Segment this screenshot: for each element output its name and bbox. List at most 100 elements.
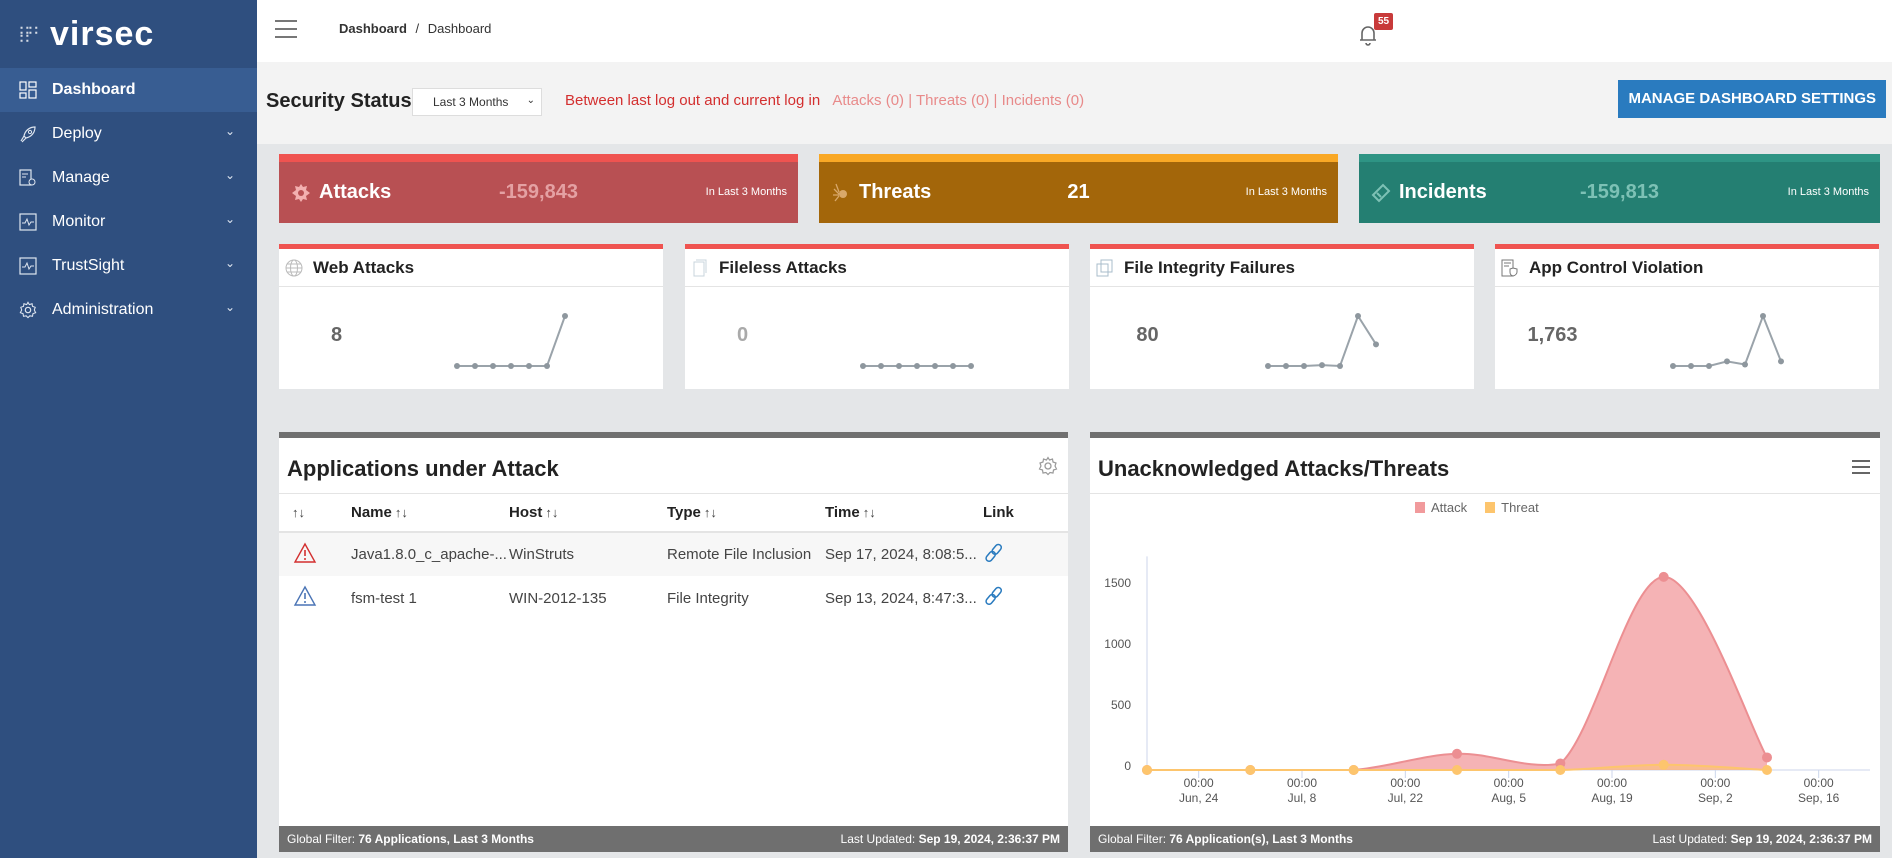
data-point-threat [1762,765,1772,775]
copy-files-icon [1096,259,1114,277]
x-tick-time: 00:00 [1700,776,1730,790]
kpi-period: In Last 3 Months [705,186,787,198]
sidebar-item-label: Monitor [52,213,106,230]
sidebar-item-deploy[interactable]: Deploy ⌄ [0,112,257,156]
chevron-down-icon[interactable]: ⌄ [225,124,235,138]
cell-type: Remote File Inclusion [667,546,812,563]
kpi-attacks[interactable]: Attacks -159,843 In Last 3 Months [279,154,798,223]
sparkline-point [1724,358,1730,365]
table-row[interactable]: Java1.8.0_c_apache-... WinStruts Remote … [279,532,1068,576]
shield-doc-icon [1501,259,1519,277]
breadcrumb-current: Dashboard [427,21,492,36]
sidebar-item-dashboard[interactable]: Dashboard [0,68,257,112]
logo-text: virsec [50,14,155,53]
sparkline-point [896,363,902,369]
column-name[interactable]: Name ↑↓ [351,494,509,533]
login-summary-label: Between last log out and current log in [565,92,821,109]
sparkline-point [878,363,884,369]
globe-icon [285,259,303,277]
settings-gear-icon[interactable] [1038,456,1058,476]
notification-count-badge[interactable]: 55 [1374,13,1394,30]
x-tick-time: 00:00 [1804,776,1834,790]
card-value: 80 [1136,324,1159,346]
sparkline-point [1373,341,1379,348]
breadcrumb-separator: / [415,21,420,36]
sparkline-point [968,363,974,369]
manage-dashboard-settings-button[interactable]: MANAGE DASHBOARD SETTINGS [1618,80,1886,118]
data-point-threat [1142,765,1152,775]
metric-card-fileless-attacks[interactable]: Fileless Attacks 0 [685,244,1069,389]
sidebar-item-administration[interactable]: Administration ⌄ [0,288,257,332]
login-summary-counts: Attacks (0) | Threats (0) | Incidents (0… [832,92,1085,109]
sidebar-item-label: Deploy [52,125,102,142]
kpi-threats[interactable]: Threats 21 In Last 3 Months [819,154,1338,223]
column-time[interactable]: Time ↑↓ [825,494,983,533]
sparkline-line [457,315,566,367]
x-tick-date: Sep, 16 [1798,791,1840,805]
sparkline-point [950,363,956,369]
kpi-incidents[interactable]: Incidents -159,813 In Last 3 Months [1359,154,1880,223]
card-value: 1,763 [1527,324,1578,346]
breadcrumb-item[interactable]: Dashboard [339,21,407,36]
table-row[interactable]: fsm-test 1 WIN-2012-135 File Integrity S… [279,576,1068,620]
time-range-select[interactable]: Last 3 Months ⌄ [412,88,542,116]
column-host[interactable]: Host ↑↓ [509,494,667,533]
hamburger-menu-icon[interactable] [275,20,297,40]
metric-card-app-control-violation[interactable]: App Control Violation 1,763 [1495,244,1879,389]
sparkline-point [1355,313,1361,319]
warning-triangle-icon [293,585,317,606]
card-value: 0 [736,324,749,346]
sidebar-item-label: TrustSight [52,257,125,274]
card-title: File Integrity Failures [1124,257,1295,277]
sparkline-point [472,363,478,369]
x-tick-date: Sep, 2 [1698,791,1733,805]
sparkline-point [508,363,514,369]
series-area-attack [1147,576,1767,770]
sidebar-item-label: Dashboard [52,81,136,98]
chevron-down-icon[interactable]: ⌄ [225,256,235,270]
sparkline-point [860,363,866,369]
sparkline-point [1283,363,1289,369]
top-bar: Dashboard / Dashboard [257,0,1892,62]
column-type[interactable]: Type ↑↓ [667,494,825,533]
panel-title: Unacknowledged Attacks/Threats [1098,456,1450,481]
x-tick-time: 00:00 [1494,776,1524,790]
data-point-attack [1452,748,1462,759]
pulse-monitor-icon [18,256,38,276]
sparkline-point [1337,363,1343,369]
time-range-value: Last 3 Months [433,95,509,109]
sparkline-point [544,363,550,369]
link-icon[interactable] [983,542,1005,564]
sidebar-item-manage[interactable]: Manage ⌄ [0,156,257,200]
pulse-monitor-icon [18,212,38,232]
sparkline-point [1319,362,1325,369]
cell-host: WinStruts [509,546,575,563]
chevron-down-icon[interactable]: ⌄ [225,168,235,182]
sparkline-point [490,363,496,369]
chevron-down-icon[interactable]: ⌄ [225,300,235,314]
x-tick-date: Jun, 24 [1179,791,1219,805]
chevron-down-icon[interactable]: ⌄ [225,212,235,226]
applications-under-attack-panel: Applications under Attack ↑↓ Name ↑↓ Host… [279,432,1068,852]
data-point-threat [1348,765,1359,775]
cell-name: Java1.8.0_c_apache-... [351,546,507,563]
sidebar-item-trustsight[interactable]: TrustSight ⌄ [0,244,257,288]
chart-menu-icon[interactable] [1852,460,1870,474]
card-title: Fileless Attacks [719,257,847,277]
metric-card-web-attacks[interactable]: Web Attacks 8 [279,244,663,389]
rocket-icon [18,124,38,144]
column-severity[interactable]: ↑↓ [279,494,351,533]
sidebar-item-monitor[interactable]: Monitor ⌄ [0,200,257,244]
cell-type: File Integrity [667,589,749,607]
virsec-logo[interactable]: ∷∷∷ virsec [0,0,257,68]
sparkline [1670,313,1784,369]
metric-card-file-integrity-failures[interactable]: File Integrity Failures 80 [1090,244,1474,389]
data-point-threat [1658,759,1669,770]
link-icon[interactable] [983,585,1005,607]
breadcrumb: Dashboard / Dashboard [339,21,491,36]
sparkline [1265,313,1379,369]
sidebar-item-label: Manage [52,169,110,186]
sparkline-point [914,363,920,369]
cell-name: fsm-test 1 [351,589,417,607]
security-status-bar: Security Status Last 3 Months ⌄ Between … [257,62,1892,144]
